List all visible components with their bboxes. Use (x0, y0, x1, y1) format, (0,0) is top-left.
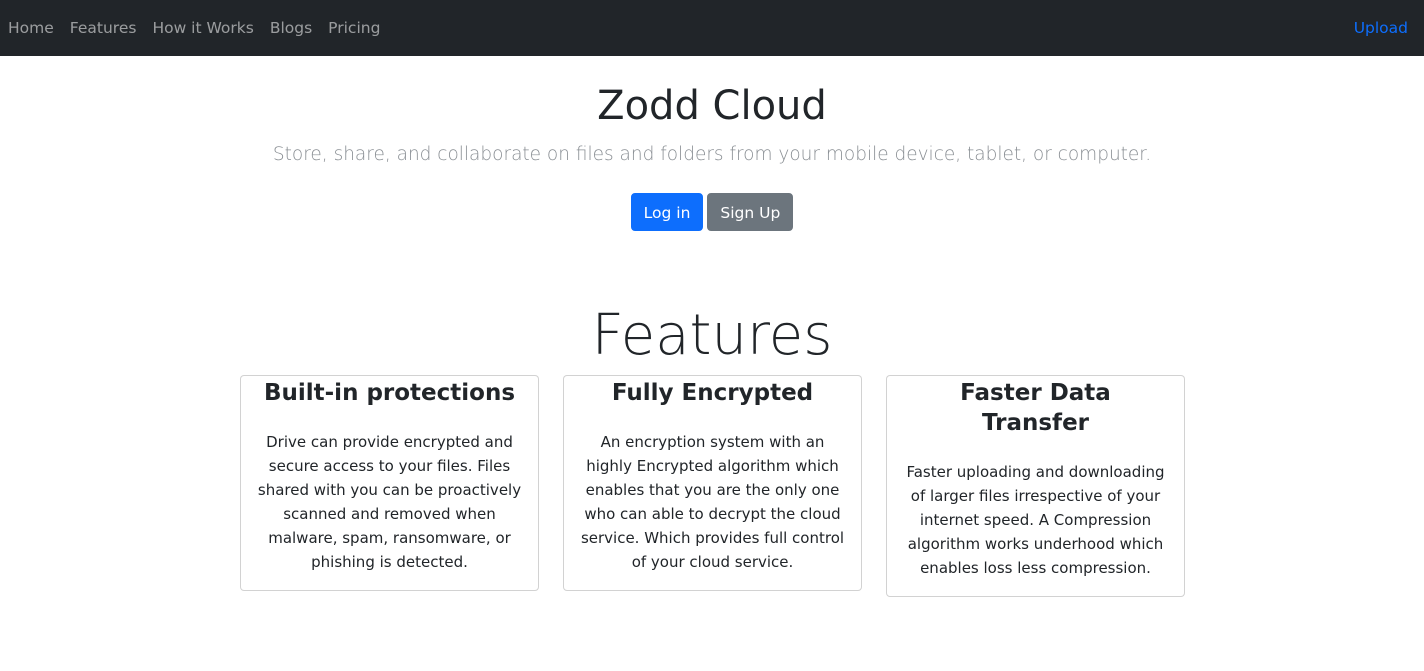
feature-cards: Built-in protections Drive can provide e… (240, 375, 1185, 597)
feature-card-text: An encryption system with an highly Encr… (580, 433, 845, 571)
nav-link-features[interactable]: Features (70, 19, 137, 37)
feature-card-title: Fully Encrypted (611, 380, 814, 406)
nav-link-pricing[interactable]: Pricing (328, 19, 380, 37)
feature-card-text: Drive can provide encrypted and secure a… (257, 433, 522, 571)
login-button[interactable]: Log in (630, 193, 704, 231)
page-title: Zodd Cloud (597, 83, 827, 129)
nav-links: Home Features How it Works Blogs Pricing (8, 19, 396, 37)
top-navbar: Home Features How it Works Blogs Pricing… (0, 0, 1424, 56)
feature-card-transfer: Faster Data Transfer Faster uploading an… (886, 375, 1185, 597)
nav-link-home[interactable]: Home (8, 19, 54, 37)
feature-card-title: Built-in protections (263, 380, 516, 406)
feature-card-text: Faster uploading and downloading of larg… (906, 463, 1165, 577)
feature-card-encrypted: Fully Encrypted An encryption system wit… (563, 375, 862, 591)
hero-section: Zodd Cloud Store, share, and collaborate… (0, 56, 1424, 231)
hero-lead: Store, share, and collaborate on files a… (272, 144, 1152, 165)
signup-button[interactable]: Sign Up (707, 193, 794, 231)
feature-card-protections: Built-in protections Drive can provide e… (240, 375, 539, 591)
features-heading: Features (591, 303, 833, 368)
hero-buttons: Log in Sign Up (0, 193, 1424, 231)
nav-link-blogs[interactable]: Blogs (270, 19, 312, 37)
upload-link[interactable]: Upload (1354, 19, 1408, 37)
nav-link-how-it-works[interactable]: How it Works (152, 19, 253, 37)
feature-card-title: Faster Data Transfer (960, 380, 1111, 436)
